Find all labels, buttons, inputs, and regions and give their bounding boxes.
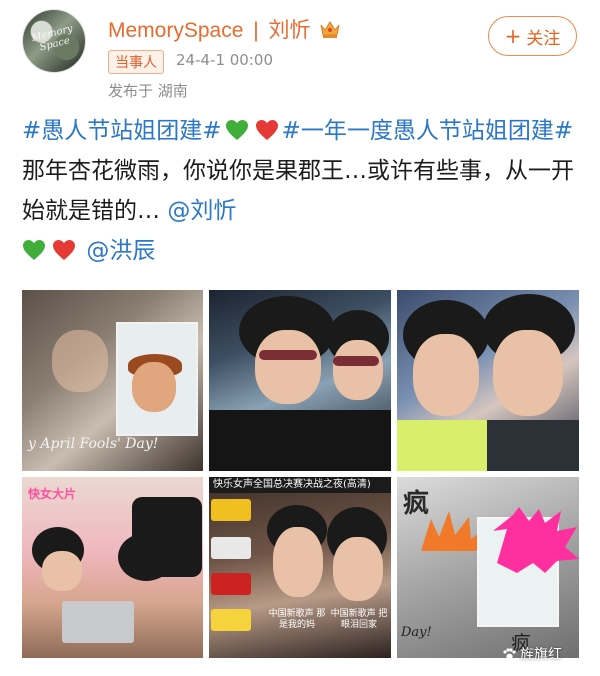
post-location: 发布于 湖南	[108, 82, 188, 100]
post-image-4[interactable]: 快女大片	[22, 477, 203, 658]
photo-face	[333, 340, 383, 400]
hashtag-link[interactable]: #愚人节站姐团建#	[22, 118, 222, 144]
photo-figure	[132, 497, 202, 577]
photo-caption: Day!	[401, 625, 432, 640]
photo-face	[273, 527, 323, 597]
post-image-5[interactable]: 快乐女声全国总决赛决战之夜(高清) 中国新歌声 那是我的妈 中国新歌声 把眼泪回…	[209, 477, 391, 658]
tv-logo-icon	[211, 537, 251, 559]
author-line[interactable]: MemorySpace | 刘忻	[108, 14, 341, 44]
photo-shirt	[397, 420, 487, 471]
post-image-1[interactable]: y April Fools' Day!	[22, 290, 203, 471]
photo-jacket	[209, 410, 391, 471]
post-timestamp: 24-4-1 00:00	[176, 51, 273, 69]
weibo-post: Memory Space MemorySpace | 刘忻 当事人 24-4-1…	[0, 0, 600, 676]
photo-figure	[52, 330, 108, 392]
username[interactable]: MemorySpace	[108, 19, 243, 42]
name-separator: |	[253, 19, 259, 42]
photo-shirt	[487, 420, 579, 471]
photo-face	[493, 330, 563, 416]
plus-icon: +	[504, 24, 522, 48]
photo-poster	[116, 322, 198, 436]
green-heart-icon	[23, 240, 45, 260]
photo-subtitle: 中国新歌声 把眼泪回家	[330, 609, 388, 630]
tv-logo-icon	[211, 499, 251, 521]
crown-icon	[320, 21, 340, 38]
photo-face	[255, 330, 321, 404]
red-heart-icon	[255, 120, 278, 140]
mention-link[interactable]: @洪辰	[86, 238, 155, 264]
photo-banner: 快乐女声全国总决赛决战之夜(高清)	[209, 477, 391, 493]
avatar[interactable]: Memory Space	[22, 9, 86, 73]
photo-face	[333, 537, 383, 601]
watermark-text: 旌旗红	[520, 647, 562, 663]
photo-face	[42, 551, 82, 591]
pink-spiky-hair-icon	[493, 507, 579, 573]
photo-face	[413, 334, 479, 416]
status-badge: 当事人	[108, 50, 164, 74]
follow-button[interactable]: + 关注	[488, 16, 577, 56]
red-heart-icon	[53, 240, 75, 260]
post-text: #愚人节站姐团建# #一年一度愚人节站姐团建# 那年杏花微雨，你说你是果郡王…或许…	[22, 111, 582, 271]
green-heart-icon	[225, 120, 248, 140]
mention-link[interactable]: @刘忻	[167, 198, 236, 224]
laptop-icon	[62, 601, 134, 643]
post-image-6[interactable]: 疯 Day! 疯	[397, 477, 579, 658]
photo-caption: y April Fools' Day!	[28, 436, 159, 452]
photo-label: 快女大片	[28, 487, 77, 501]
paw-icon	[503, 648, 516, 660]
tv-logo-icon	[211, 609, 251, 631]
watermark: 旌旗红	[502, 644, 562, 664]
photo-subtitle: 中国新歌声 那是我的妈	[268, 609, 326, 630]
photo-sunglasses	[259, 350, 317, 360]
post-image-3[interactable]	[397, 290, 579, 471]
photo-sunglasses	[333, 356, 379, 366]
post-image-2[interactable]	[209, 290, 391, 471]
follow-label: 关注	[526, 28, 561, 49]
hashtag-link[interactable]: #一年一度愚人节站姐团建#	[282, 118, 574, 144]
photo-face	[132, 362, 176, 412]
tv-logo-icon	[211, 573, 251, 595]
avatar-text: Memory Space	[30, 23, 74, 54]
post-body-text: 那年杏花微雨，你说你是果郡王…或许有些事，从一开始就是错的…	[22, 158, 574, 224]
display-name[interactable]: 刘忻	[269, 19, 311, 42]
